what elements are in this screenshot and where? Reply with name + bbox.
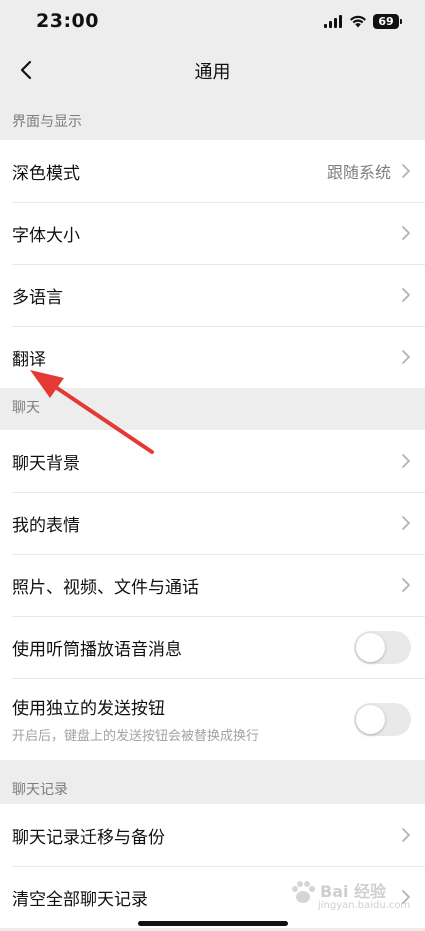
row-label: 使用听筒播放语音消息 [12, 639, 182, 660]
chevron-right-icon [401, 453, 411, 469]
section-header-display: 界面与显示 [12, 114, 82, 130]
row-chat-background[interactable]: 聊天背景 [0, 430, 425, 492]
chevron-right-icon [401, 577, 411, 593]
battery-icon: 69 [373, 13, 402, 29]
row-label: 聊天记录迁移与备份 [12, 827, 165, 848]
chevron-right-icon [401, 827, 411, 843]
row-subtitle: 开启后，键盘上的发送按钮会被替换成换行 [12, 729, 260, 744]
status-time: 23:00 [36, 10, 99, 32]
row-label: 字体大小 [12, 225, 80, 246]
row-dark-mode[interactable]: 深色模式 跟随系统 [0, 140, 425, 202]
home-indicator [138, 921, 288, 926]
row-earpiece-voice: 使用听筒播放语音消息 [0, 616, 425, 678]
settings-group-chat: 聊天背景 我的表情 照片、视频、文件与通话 使用听筒播放语音消息 使用独立的发送… [0, 430, 425, 760]
row-label: 使用独立的发送按钮 [12, 699, 165, 719]
row-language[interactable]: 多语言 [0, 264, 425, 326]
watermark-text: Bai 经验 [320, 882, 387, 901]
row-label: 深色模式 [12, 163, 80, 184]
row-translate[interactable]: 翻译 [0, 326, 425, 388]
status-bar: 23:00 69 [0, 0, 425, 42]
baidu-watermark: Bai 经验 jingyan.baidu.com [290, 876, 410, 916]
row-text: 使用独立的发送按钮 开启后，键盘上的发送按钮会被替换成换行 [12, 694, 354, 744]
wifi-icon [350, 15, 366, 27]
row-migrate-backup[interactable]: 聊天记录迁移与备份 [0, 804, 425, 866]
section-header-history: 聊天记录 [12, 782, 68, 798]
row-font-size[interactable]: 字体大小 [0, 202, 425, 264]
chevron-right-icon [401, 163, 411, 179]
toggle-knob [356, 704, 385, 734]
row-my-stickers[interactable]: 我的表情 [0, 492, 425, 554]
row-media-files-calls[interactable]: 照片、视频、文件与通话 [0, 554, 425, 616]
settings-group-display: 深色模式 跟随系统 字体大小 多语言 翻译 [0, 140, 425, 388]
row-separate-send-button: 使用独立的发送按钮 开启后，键盘上的发送按钮会被替换成换行 [0, 678, 425, 760]
back-button[interactable] [8, 52, 44, 88]
toggle-knob [356, 632, 385, 662]
row-value: 跟随系统 [326, 163, 391, 182]
row-label: 我的表情 [12, 515, 80, 536]
section-header-chat: 聊天 [12, 400, 40, 416]
signal-icon [324, 14, 342, 28]
status-icons: 69 [324, 13, 402, 29]
row-label: 照片、视频、文件与通话 [12, 577, 199, 598]
row-label: 多语言 [12, 287, 63, 308]
nav-bar: 通用 [0, 42, 425, 100]
chevron-right-icon [401, 225, 411, 241]
watermark-url: jingyan.baidu.com [318, 900, 411, 911]
chevron-right-icon [401, 515, 411, 531]
chevron-left-icon [20, 60, 32, 80]
paw-icon [292, 881, 315, 903]
earpiece-toggle[interactable] [354, 630, 411, 664]
row-label: 翻译 [12, 349, 46, 370]
page-title: 通用 [194, 62, 231, 83]
row-label: 聊天背景 [12, 453, 80, 474]
chevron-right-icon [401, 287, 411, 303]
chevron-right-icon [401, 349, 411, 365]
send-button-toggle[interactable] [354, 702, 411, 736]
